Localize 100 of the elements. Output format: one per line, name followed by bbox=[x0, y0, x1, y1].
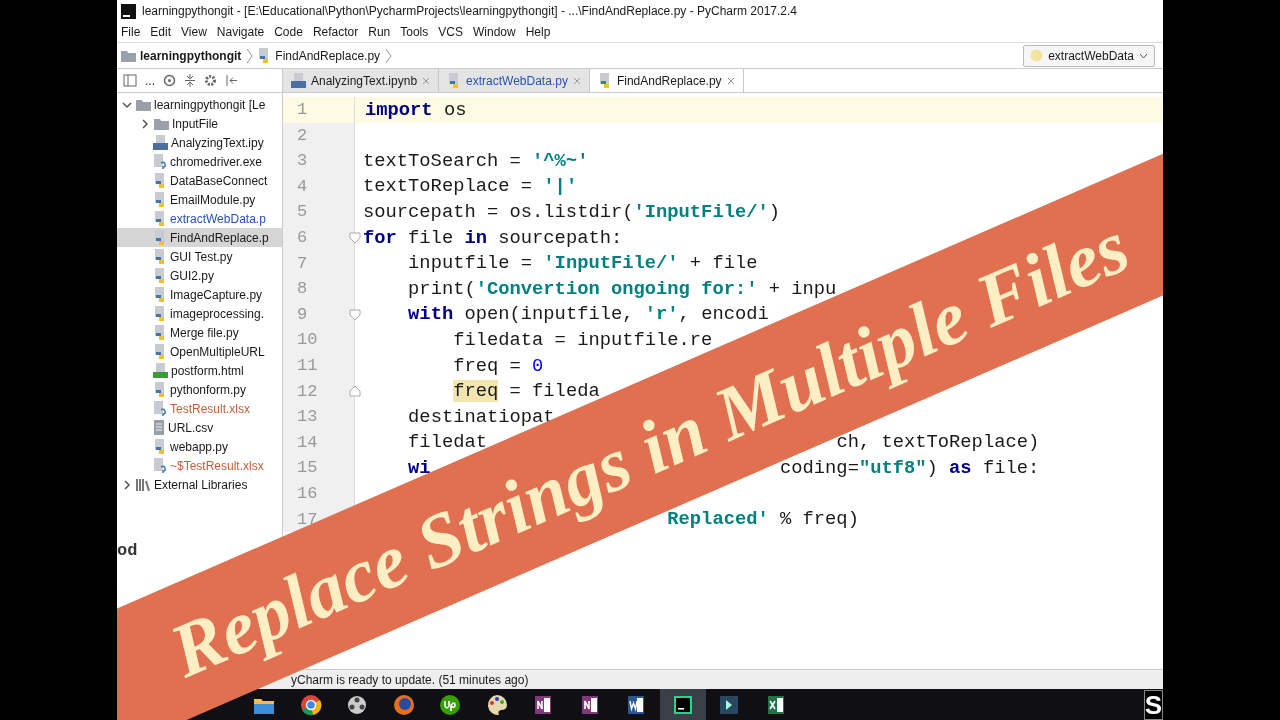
code-line: textToReplace = '|' bbox=[363, 174, 578, 200]
line-number: 4 bbox=[296, 175, 308, 198]
python-file-icon bbox=[597, 73, 612, 88]
menu-item[interactable]: Edit bbox=[150, 23, 172, 41]
line-number: 9 bbox=[296, 303, 308, 326]
tree-item[interactable]: ~$TestResult.xlsx bbox=[117, 456, 282, 475]
line-number: 17 bbox=[296, 508, 318, 531]
line-number: 3 bbox=[296, 150, 308, 173]
line-number: 2 bbox=[296, 124, 308, 147]
code-line: textToSearch = '^%~' bbox=[363, 148, 589, 174]
code-line: for file in sourcepath: bbox=[363, 225, 623, 251]
tree-item[interactable]: pythonform.py bbox=[117, 380, 282, 399]
tree-item[interactable]: TestResult.xlsx bbox=[117, 399, 282, 418]
tree-item[interactable]: GUI Test.py bbox=[117, 247, 282, 266]
tree-item[interactable]: webapp.py bbox=[117, 437, 282, 456]
app-logo-icon bbox=[121, 3, 136, 19]
line-number: 6 bbox=[296, 227, 308, 249]
menu-item[interactable]: Navigate bbox=[216, 23, 265, 41]
editor-tab[interactable]: AnalyzingText.ipynb bbox=[283, 69, 440, 92]
tree-item[interactable]: URL.csv bbox=[117, 418, 282, 437]
settings-icon[interactable] bbox=[204, 74, 218, 87]
corner-letter: S bbox=[1143, 689, 1163, 720]
code-line: coding="utf8") as file: bbox=[780, 456, 1040, 481]
tree-item[interactable]: imageprocessing. bbox=[117, 304, 282, 323]
code-line: filedat bbox=[408, 430, 487, 454]
line-number: 15 bbox=[296, 457, 318, 480]
code-line: import os bbox=[365, 97, 467, 123]
tree-item[interactable]: EmailModule.py bbox=[117, 190, 282, 209]
line-number: 1 bbox=[296, 99, 308, 122]
target-icon[interactable] bbox=[163, 74, 176, 87]
menu-item[interactable]: Window bbox=[472, 23, 516, 41]
unknown-file-icon bbox=[153, 401, 167, 416]
chevron-icon bbox=[245, 47, 254, 64]
breadcrumb-item[interactable]: FindAndReplace.py bbox=[275, 46, 381, 65]
editor-tab[interactable]: extractWebData.py bbox=[439, 69, 590, 92]
menu-item[interactable]: Tools bbox=[400, 23, 429, 41]
python-file-icon bbox=[153, 211, 167, 226]
line-number: 14 bbox=[296, 431, 318, 454]
folder-icon bbox=[154, 117, 169, 130]
python-file-icon bbox=[153, 439, 167, 454]
tree-item[interactable]: postform.html bbox=[117, 361, 282, 380]
run-config-dropdown[interactable]: extractWebData bbox=[1023, 44, 1155, 67]
python-file-icon bbox=[153, 192, 167, 207]
menu-item[interactable]: VCS bbox=[438, 23, 463, 41]
python-file-icon bbox=[153, 325, 167, 340]
browser-icon[interactable] bbox=[391, 692, 416, 717]
tree-item[interactable]: Merge file.py bbox=[117, 323, 282, 342]
window-title: learningpythongit - [E:\Educational\Python\PycharmProjects\learningpythongit] - ...\FindAndReplace.py - PyCharm 2017.2.4 bbox=[142, 3, 798, 20]
layout-icon[interactable] bbox=[123, 74, 137, 87]
tree-item[interactable]: GUI2.py bbox=[117, 266, 282, 285]
python-file-icon bbox=[153, 249, 167, 264]
unknown-file-icon bbox=[153, 154, 167, 169]
menu-item[interactable]: Help bbox=[525, 23, 551, 41]
browser-icon[interactable] bbox=[298, 692, 323, 717]
tree-item[interactable]: learningpythongit [Le bbox=[117, 95, 282, 114]
library-icon bbox=[136, 478, 151, 491]
python-file-icon bbox=[153, 382, 167, 397]
menu-item[interactable]: View bbox=[181, 23, 207, 41]
menu-item[interactable]: File bbox=[121, 23, 141, 41]
python-file-icon bbox=[153, 230, 167, 245]
code-line: Replaced' % freq) bbox=[667, 507, 859, 533]
tree-item[interactable]: InputFile bbox=[117, 114, 282, 133]
circle-icon[interactable] bbox=[438, 692, 463, 717]
line-number: 13 bbox=[296, 406, 318, 429]
python-file-icon bbox=[153, 287, 167, 302]
tree-item[interactable]: extractWebData.p bbox=[117, 209, 282, 228]
line-number: 10 bbox=[296, 329, 318, 352]
code-line: inputfile = 'InputFile/' + file bbox=[408, 251, 758, 277]
menu-item[interactable]: Refactor bbox=[312, 23, 359, 41]
notebook-file-icon bbox=[291, 73, 306, 88]
code-line: sourcepath = os.listdir('InputFile/') bbox=[363, 200, 781, 226]
menu-item[interactable]: Run bbox=[368, 23, 391, 41]
view-dropdown[interactable]: ... bbox=[145, 71, 155, 90]
tree-item[interactable]: chromedriver.exe bbox=[117, 152, 282, 171]
code-line: freq = fileda bbox=[453, 379, 600, 405]
python-file-icon bbox=[153, 306, 167, 321]
code-line: freq = 0 bbox=[453, 353, 544, 379]
line-number: 16 bbox=[296, 482, 318, 505]
tree-item[interactable]: DataBaseConnect bbox=[117, 171, 282, 190]
python-file-icon bbox=[153, 268, 167, 283]
line-number: 11 bbox=[296, 355, 318, 377]
notebook-file-icon bbox=[153, 135, 168, 150]
hide-icon[interactable] bbox=[226, 74, 238, 87]
line-number: 7 bbox=[296, 252, 308, 275]
line-number: 5 bbox=[296, 201, 308, 224]
tree-item[interactable]: OpenMultipleURL bbox=[117, 342, 282, 361]
line-number: 12 bbox=[296, 380, 318, 403]
code-line: filedata = inputfile.re bbox=[453, 328, 713, 354]
python-file-icon bbox=[153, 173, 167, 188]
tree-item[interactable]: FindAndReplace.p bbox=[117, 228, 282, 247]
tree-item[interactable]: AnalyzingText.ipy bbox=[117, 133, 282, 152]
close-icon[interactable] bbox=[726, 76, 735, 85]
collapse-icon[interactable] bbox=[184, 74, 196, 87]
tree-item[interactable]: ImageCapture.py bbox=[117, 285, 282, 304]
unknown-file-icon bbox=[153, 458, 167, 473]
menu-item[interactable]: Code bbox=[274, 23, 303, 41]
breadcrumb-item[interactable]: learningpythongit bbox=[140, 46, 242, 65]
tree-item[interactable]: External Libraries bbox=[117, 475, 282, 494]
folder-icon bbox=[121, 49, 136, 62]
chevron-icon bbox=[384, 47, 393, 64]
